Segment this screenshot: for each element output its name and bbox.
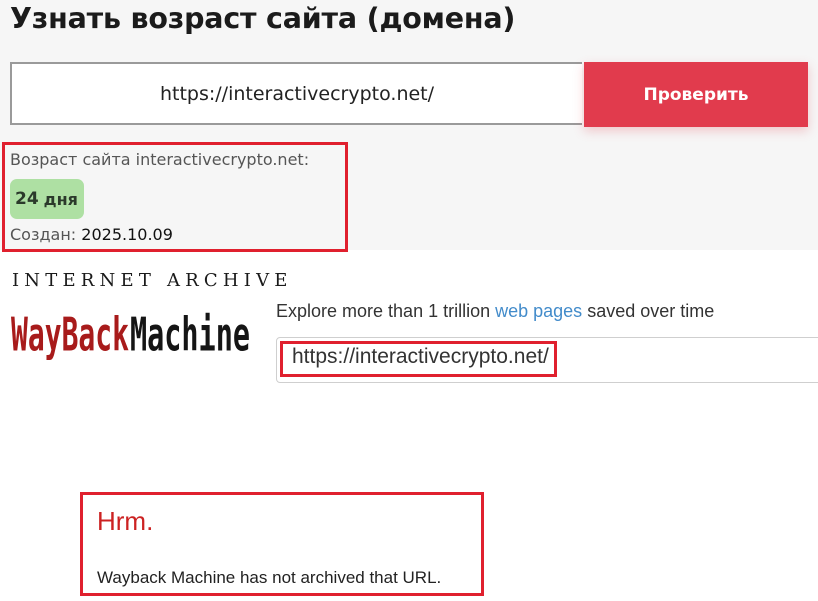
error-heading: Hrm. bbox=[97, 506, 154, 536]
age-number: 24 bbox=[15, 189, 39, 209]
tagline-text-end: saved over time bbox=[582, 301, 715, 321]
tagline-text-start: Explore more than 1 trillion bbox=[276, 301, 496, 321]
wayback-machine-logo: WayBack Machine bbox=[11, 309, 250, 361]
page-title: Узнать возраст сайта (домена) bbox=[10, 2, 516, 35]
internet-archive-label: INTERNET ARCHIVE bbox=[12, 270, 293, 291]
created-line: Создан: 2025.10.09 bbox=[10, 225, 173, 244]
check-button[interactable]: Проверить bbox=[584, 62, 808, 127]
wayback-tagline: Explore more than 1 trillion web pages s… bbox=[276, 301, 714, 322]
logo-machine-text: Machine bbox=[130, 309, 250, 361]
age-unit: дня bbox=[43, 189, 78, 209]
age-label: Возраст сайта interactivecrypto.net: bbox=[10, 150, 310, 169]
logo-wayback-text: WayBack bbox=[11, 309, 129, 361]
not-archived-message: Wayback Machine has not archived that UR… bbox=[97, 568, 442, 587]
created-date: 2025.10.09 bbox=[81, 225, 173, 244]
url-input[interactable] bbox=[10, 62, 582, 125]
web-pages-link[interactable]: web pages bbox=[495, 301, 582, 321]
created-label: Создан: bbox=[10, 225, 77, 244]
age-badge: 24 дня bbox=[10, 179, 84, 219]
wayback-search-value[interactable]: https://interactivecrypto.net/ bbox=[292, 345, 549, 369]
